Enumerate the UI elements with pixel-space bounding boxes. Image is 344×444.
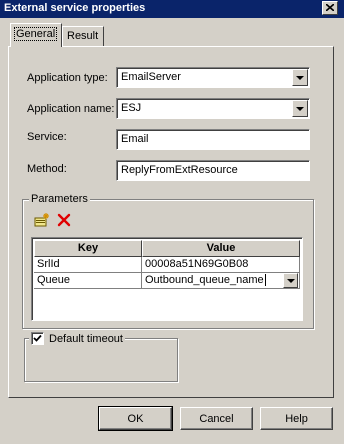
table-row-2-key[interactable]: Queue	[34, 273, 142, 289]
method-input[interactable]: ReplyFromExtResource	[116, 160, 310, 181]
chevron-down-icon	[286, 278, 295, 283]
table-row-1-value[interactable]: 00008a51N69G0B08	[142, 257, 300, 273]
help-button[interactable]: Help	[260, 407, 333, 430]
application-type-label: Application type:	[27, 72, 108, 84]
queue-dropdown-button[interactable]	[283, 273, 298, 288]
cancel-button[interactable]: Cancel	[180, 407, 253, 430]
application-name-select[interactable]: ESJ	[116, 98, 310, 119]
service-input[interactable]: Email	[116, 129, 310, 150]
tab-result[interactable]: Result	[62, 26, 104, 46]
column-header-value[interactable]: Value	[142, 240, 300, 257]
add-parameter-button[interactable]	[33, 212, 51, 230]
method-value: ReplyFromExtResource	[121, 164, 238, 176]
table-row-1-key[interactable]: SrlId	[34, 257, 142, 273]
title-bar: External service properties	[0, 0, 344, 18]
application-type-dropdown-button[interactable]	[292, 69, 308, 86]
application-name-value: ESJ	[121, 102, 142, 114]
default-timeout-label: Default timeout	[49, 332, 123, 345]
delete-icon	[57, 213, 71, 230]
column-header-key[interactable]: Key	[34, 240, 142, 257]
default-timeout-toggle[interactable]: Default timeout	[29, 332, 125, 345]
application-name-dropdown-button[interactable]	[292, 100, 308, 117]
parameters-table[interactable]: Key Value SrlId 00008a51N69G0B08 Queue O…	[31, 237, 303, 321]
default-timeout-checkbox[interactable]	[31, 332, 44, 345]
method-label: Method:	[27, 163, 67, 175]
table-row-2-value-select[interactable]: Outbound_queue_name	[142, 273, 300, 289]
application-type-select[interactable]: EmailServer	[116, 67, 310, 88]
tab-result-label: Result	[67, 30, 99, 42]
window-title: External service properties	[4, 2, 146, 14]
chevron-down-icon	[296, 106, 304, 111]
application-name-label: Application name:	[27, 103, 115, 115]
service-value: Email	[121, 133, 149, 145]
table-row-2-value: Outbound_queue_name	[145, 274, 264, 286]
parameters-group-title: Parameters	[29, 193, 90, 205]
application-type-value: EmailServer	[121, 71, 181, 83]
chevron-down-icon	[296, 75, 304, 80]
check-icon	[33, 334, 42, 342]
tab-general[interactable]: General	[10, 23, 62, 47]
tab-general-label: General	[13, 27, 58, 41]
text-cursor	[264, 274, 266, 287]
delete-parameter-button[interactable]	[55, 212, 73, 230]
close-button[interactable]	[322, 1, 338, 15]
service-label: Service:	[27, 131, 67, 143]
close-icon	[325, 2, 335, 14]
ok-button[interactable]: OK	[98, 406, 173, 431]
add-parameter-icon	[34, 212, 50, 231]
